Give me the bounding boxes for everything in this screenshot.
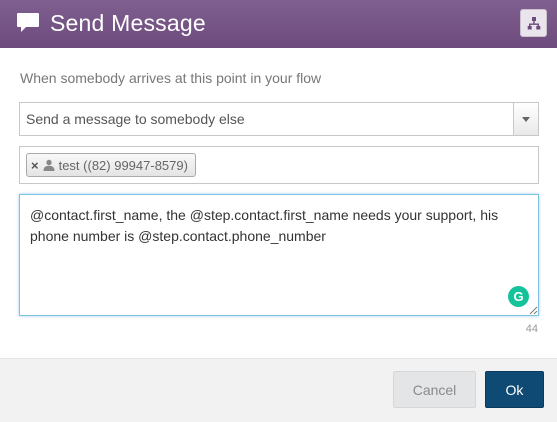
dropdown-toggle[interactable] bbox=[513, 103, 538, 135]
action-select-value: Send a message to somebody else bbox=[26, 111, 245, 127]
chevron-down-icon bbox=[522, 117, 530, 122]
chat-bubble-icon bbox=[17, 13, 39, 32]
dialog-title: Send Message bbox=[50, 10, 206, 36]
recipient-tag-label: test ((82) 99947-8579) bbox=[58, 157, 188, 173]
grammarly-icon[interactable]: G bbox=[508, 286, 529, 307]
remove-recipient-icon[interactable]: × bbox=[31, 159, 39, 172]
dialog-footer: Cancel Ok bbox=[0, 358, 557, 422]
character-count: 44 bbox=[525, 323, 538, 335]
cancel-button[interactable]: Cancel bbox=[393, 371, 476, 408]
send-message-dialog: Send Message When somebody arrives at th… bbox=[0, 0, 557, 422]
intro-text: When somebody arrives at this point in y… bbox=[20, 70, 322, 86]
resize-handle-icon[interactable] bbox=[529, 306, 538, 315]
split-flow-button[interactable] bbox=[520, 9, 547, 37]
ok-button[interactable]: Ok bbox=[485, 371, 544, 408]
flow-split-icon bbox=[527, 17, 541, 30]
message-textarea[interactable]: @contact.first_name, the @step.contact.f… bbox=[19, 194, 539, 316]
dialog-header: Send Message bbox=[0, 0, 557, 48]
recipient-tag: × test ((82) 99947-8579) bbox=[26, 153, 196, 177]
action-select[interactable]: Send a message to somebody else bbox=[19, 102, 539, 136]
person-icon bbox=[43, 159, 55, 171]
recipients-field[interactable]: × test ((82) 99947-8579) bbox=[19, 146, 539, 184]
